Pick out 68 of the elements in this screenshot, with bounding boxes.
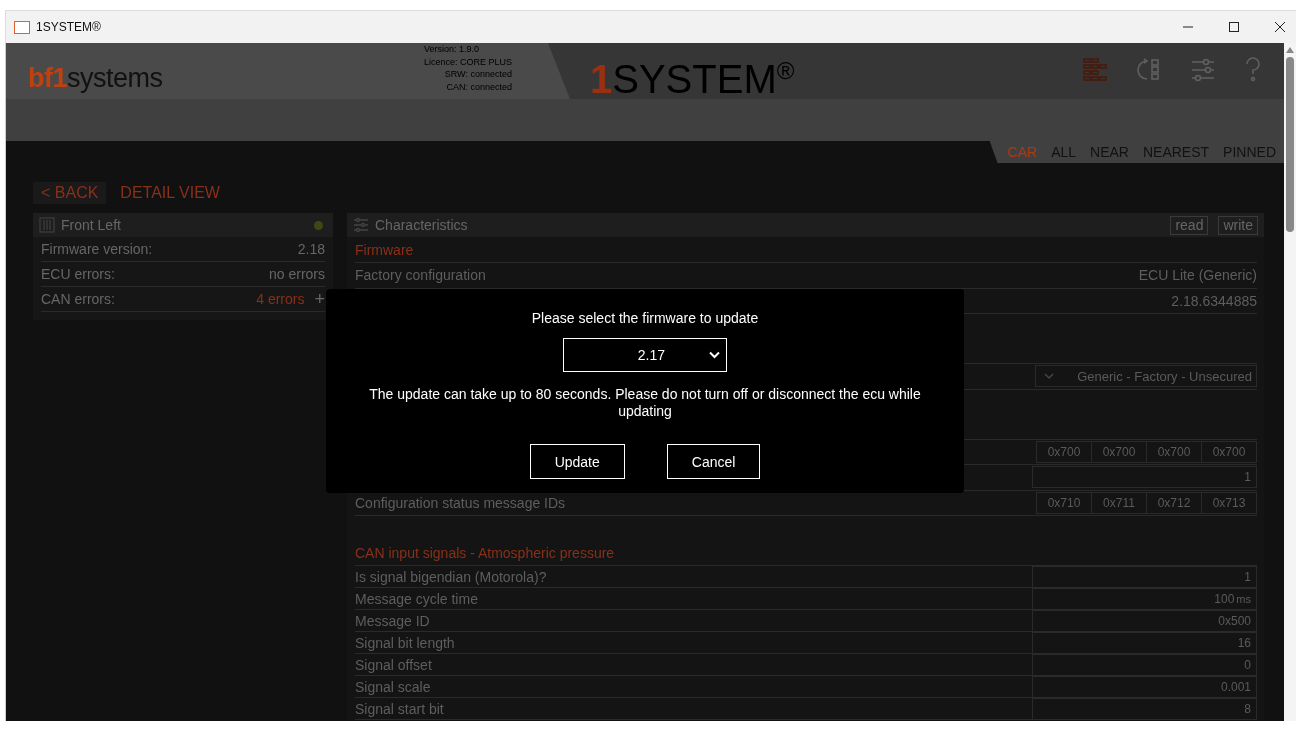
field-label: Signal start bit: [355, 700, 444, 717]
company-logo: bf1systems: [28, 62, 163, 94]
settings-icon[interactable]: [1190, 57, 1216, 83]
field-value: no errors: [268, 266, 325, 282]
status-text: Licence: CORE PLUS: [423, 55, 512, 68]
expand-button[interactable]: +: [304, 290, 325, 308]
app-icon: [14, 20, 30, 34]
input-field[interactable]: 1: [1032, 466, 1257, 489]
field-value: 4 errors: [256, 291, 305, 307]
input-field[interactable]: 100 ms: [1032, 587, 1257, 610]
sliders-icon: [353, 217, 369, 233]
panel-title: Characteristics: [375, 217, 468, 233]
dialog-button[interactable]: Cancel: [666, 444, 761, 479]
back-button[interactable]: < BACK: [33, 182, 107, 204]
field-label: Firmware version:: [41, 241, 153, 257]
close-icon[interactable]: [1274, 21, 1286, 33]
scroll-thumb[interactable]: [1286, 57, 1294, 232]
status-text: SRW: connected: [444, 68, 512, 81]
refresh-list-icon[interactable]: [1136, 57, 1162, 83]
dialog-title: Please select the firmware to update: [531, 310, 759, 326]
field-label: ECU errors:: [41, 266, 115, 282]
field-label: Signal scale: [355, 678, 431, 695]
dialog-button[interactable]: Update: [529, 444, 625, 479]
maximize-icon[interactable]: [1228, 21, 1240, 33]
input-field[interactable]: 0x700: [1091, 440, 1147, 463]
page-title: DETAIL VIEW: [120, 184, 220, 202]
field-label: Factory configuration: [355, 267, 486, 284]
chevron-icon: [1044, 372, 1054, 381]
window-title: 1SYSTEM®: [36, 20, 101, 34]
input-field[interactable]: 0x713: [1201, 491, 1257, 514]
field-value: 2.18.6344885: [1171, 292, 1257, 309]
field-label: Message ID: [355, 612, 430, 629]
input-field[interactable]: 0x711: [1091, 491, 1147, 514]
scrollbar[interactable]: [1284, 43, 1296, 721]
chevron-icon: [709, 351, 720, 359]
field-label: Signal offset: [355, 656, 432, 673]
input-field[interactable]: 0.001: [1032, 675, 1257, 698]
field-label: Message cycle time: [355, 590, 478, 607]
dialog-message: The update can take up to 80 seconds. Please do not turn off or disconnect the ecu while updating: [368, 386, 922, 420]
version-dropdown[interactable]: 2.17: [563, 338, 727, 372]
input-field[interactable]: 0x712: [1146, 491, 1202, 514]
field-label: Is signal bigendian (Motorola)?: [355, 568, 547, 585]
section-title: Firmware: [355, 241, 414, 258]
input-field[interactable]: 8: [1032, 697, 1257, 720]
input-field[interactable]: 0x500: [1032, 609, 1257, 632]
section-title: CAN input signals - Atmospheric pressure: [355, 545, 615, 561]
input-field[interactable]: 16: [1032, 631, 1257, 654]
input-field[interactable]: 1: [1032, 565, 1257, 588]
input-field[interactable]: 0x710: [1036, 491, 1092, 514]
field-value: 2.18: [297, 241, 325, 257]
tab[interactable]: CAR: [1007, 144, 1038, 160]
field-value: ECU Lite (Generic): [1138, 267, 1257, 284]
action-button[interactable]: read: [1170, 215, 1209, 235]
field-label: CAN errors:: [41, 291, 115, 307]
input-field[interactable]: 0x700: [1036, 440, 1092, 463]
field-label: Configuration status message IDs: [355, 494, 566, 511]
dropdown[interactable]: Generic - Factory - Unsecured: [1035, 365, 1257, 388]
columns-icon: [39, 217, 55, 233]
status-text: CAN: connected: [446, 80, 512, 93]
scroll-up-icon[interactable]: [1286, 47, 1294, 53]
input-field[interactable]: 0x700: [1201, 440, 1257, 463]
panel-title: Front Left: [61, 217, 121, 233]
action-button[interactable]: write: [1218, 215, 1258, 235]
status-text: Version: 1.9.0: [423, 43, 479, 56]
input-field[interactable]: 0x700: [1146, 440, 1202, 463]
input-field[interactable]: 0: [1032, 653, 1257, 676]
field-label: Signal bit length: [355, 634, 455, 651]
help-icon[interactable]: [1244, 57, 1262, 83]
